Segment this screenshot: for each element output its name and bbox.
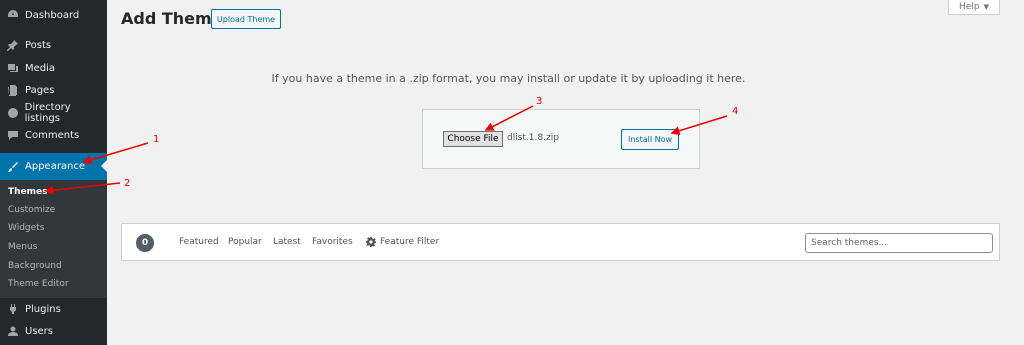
caret-down-icon: ▼ (983, 3, 989, 11)
sidebar-item-label: Posts (25, 39, 52, 51)
sidebar-item-label: Plugins (25, 303, 61, 315)
submenu-item-theme-editor[interactable]: Theme Editor (8, 279, 69, 289)
sidebar-item-directory-listings[interactable]: Directory listings (0, 102, 107, 124)
filter-link-latest[interactable]: Latest (273, 237, 301, 247)
dashboard-icon (6, 8, 20, 22)
user-icon (6, 324, 20, 338)
sidebar-item-label: Pages (25, 84, 55, 96)
admin-sidebar: Dashboard Posts Media Pages Directory li… (0, 0, 107, 345)
annotation-overlay: 1 2 3 4 (44, 96, 738, 195)
sidebar-item-pages[interactable]: Pages (0, 79, 107, 101)
upload-theme-button[interactable]: Upload Theme (211, 9, 281, 29)
install-now-button[interactable]: Install Now (621, 129, 679, 150)
help-label: Help (959, 2, 980, 12)
theme-count-badge: 0 (136, 234, 154, 252)
annotation-label-4: 4 (732, 106, 738, 117)
filter-link-featured[interactable]: Featured (179, 237, 219, 247)
sidebar-item-label: Directory listings (24, 102, 71, 124)
plugin-icon (6, 302, 20, 316)
choose-file-button[interactable]: Choose File (443, 131, 503, 147)
filter-link-popular[interactable]: Popular (228, 237, 262, 247)
brush-icon (6, 160, 20, 174)
feature-filter-toggle[interactable]: Feature Filter (366, 237, 439, 247)
directory-icon (6, 106, 20, 120)
search-themes-input[interactable] (805, 233, 993, 253)
sidebar-item-label: Dashboard (25, 9, 80, 21)
comment-icon (6, 128, 20, 142)
submenu-item-themes[interactable]: Themes (8, 187, 48, 197)
filter-link-favorites[interactable]: Favorites (312, 237, 353, 247)
upload-instructions: If you have a theme in a .zip format, yo… (271, 72, 746, 85)
annotation-label-3: 3 (536, 96, 542, 107)
sidebar-item-comments[interactable]: Comments (0, 124, 107, 146)
sidebar-item-label: Comments (25, 129, 80, 141)
sidebar-item-posts[interactable]: Posts (0, 34, 107, 56)
sidebar-item-users[interactable]: Users (0, 320, 107, 342)
annotation-label-1: 1 (153, 134, 159, 145)
help-button[interactable]: Help ▼ (948, 0, 1000, 15)
pages-icon (6, 83, 20, 97)
sidebar-item-media[interactable]: Media (0, 57, 107, 79)
annotation-label-2: 2 (124, 178, 130, 189)
sidebar-item-appearance[interactable]: Appearance (0, 153, 107, 180)
sidebar-item-label: Appearance (25, 161, 86, 172)
submenu-item-background[interactable]: Background (8, 261, 62, 271)
sidebar-item-dashboard[interactable]: Dashboard (0, 4, 107, 26)
sidebar-item-label: Media (25, 62, 56, 74)
appearance-submenu: Themes Customize Widgets Menus Backgroun… (0, 180, 107, 298)
pin-icon (6, 38, 20, 52)
sidebar-item-label: Users (25, 325, 54, 337)
feature-filter-label: Feature Filter (380, 237, 440, 247)
gear-icon (366, 237, 376, 247)
sidebar-item-plugins[interactable]: Plugins (0, 298, 107, 320)
submenu-item-widgets[interactable]: Widgets (8, 223, 44, 233)
media-icon (6, 61, 20, 75)
submenu-item-menus[interactable]: Menus (8, 242, 37, 252)
submenu-item-customize[interactable]: Customize (8, 205, 55, 215)
selected-file-name: dlist.1.8.zip (507, 133, 559, 143)
current-menu-arrow (101, 160, 107, 172)
